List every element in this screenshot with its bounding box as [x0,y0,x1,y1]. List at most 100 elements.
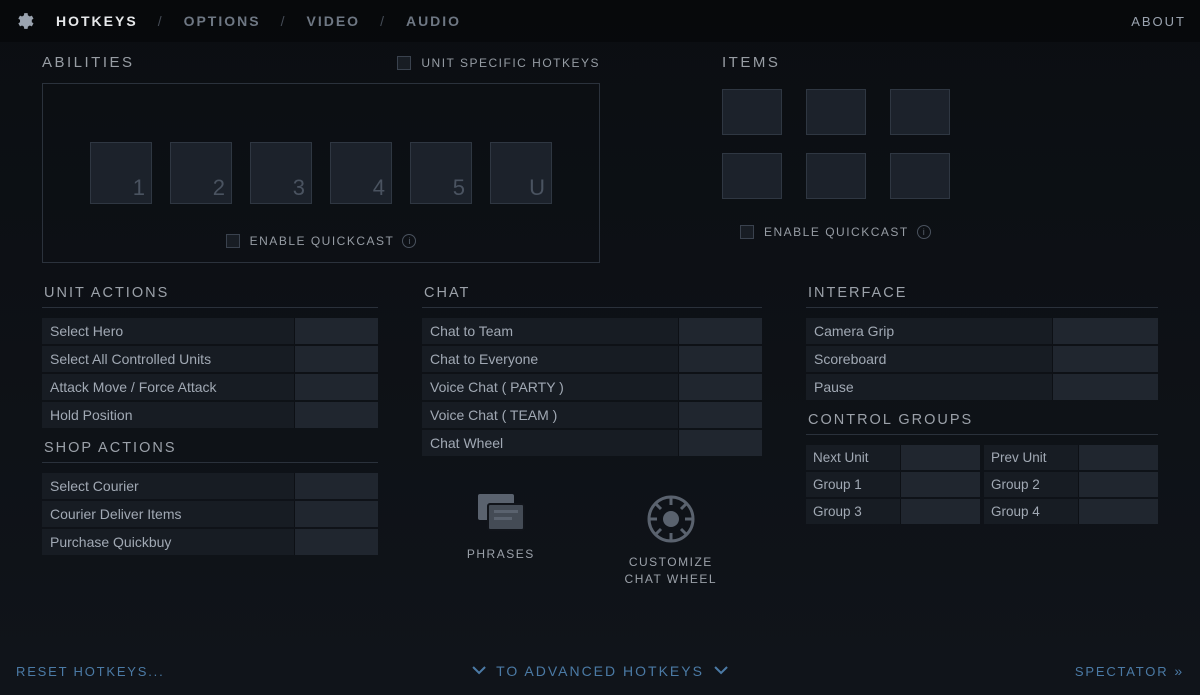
bind-camera-grip: Camera Grip [806,318,1158,344]
wheel-icon [644,492,698,546]
bind-select-all: Select All Controlled Units [42,346,378,372]
bind-purchase-quickbuy: Purchase Quickbuy [42,529,378,555]
key-slot[interactable] [294,346,378,372]
bind-pause: Pause [806,374,1158,400]
divider [422,307,762,308]
key-slot[interactable] [678,430,762,456]
chat-title: CHAT [424,285,762,301]
advanced-hotkeys-button[interactable]: TO ADVANCED HOTKEYS [472,663,728,679]
bind-chat-everyone: Chat to Everyone [422,346,762,372]
key-slot[interactable] [1052,374,1158,400]
key-slot[interactable] [678,374,762,400]
items-quickcast-label: ENABLE QUICKCAST [764,225,909,239]
key-slot[interactable] [678,318,762,344]
top-bar: HOTKEYS / OPTIONS / VIDEO / AUDIO ABOUT [0,0,1200,42]
bind-voice-team: Voice Chat ( TEAM ) [422,402,762,428]
control-groups-title: CONTROL GROUPS [808,412,1158,428]
cg-group-3: Group 3 [806,499,900,524]
item-slot-2[interactable] [806,89,866,135]
checkbox-box [397,56,411,70]
cg-prev-unit: Prev Unit [984,445,1078,470]
customize-chat-wheel-button[interactable]: CUSTOMIZE CHAT WHEEL [625,492,718,588]
cg-next-unit: Next Unit [806,445,900,470]
customize-label: CUSTOMIZE CHAT WHEEL [625,554,718,588]
ability-slot-5[interactable]: 5 [410,142,472,204]
item-slot-3[interactable] [890,89,950,135]
gear-icon[interactable] [14,11,34,31]
chat-bubble-icon [474,492,528,538]
item-slot-1[interactable] [722,89,782,135]
abilities-panel: 1 2 3 4 5 U ENABLE QUICKCAST i [42,83,600,263]
key-slot[interactable] [294,529,378,555]
interface-title: INTERFACE [808,285,1158,301]
info-icon[interactable]: i [402,234,416,248]
checkbox-box [740,225,754,239]
tab-separator: / [281,13,287,29]
chevron-down-icon [472,663,486,679]
ability-slot-ultimate[interactable]: U [490,142,552,204]
key-slot[interactable] [294,473,378,499]
key-slot[interactable] [900,499,980,524]
tab-separator: / [158,13,164,29]
bind-voice-party: Voice Chat ( PARTY ) [422,374,762,400]
key-slot[interactable] [1078,499,1158,524]
bind-hold-position: Hold Position [42,402,378,428]
key-slot[interactable] [678,346,762,372]
shop-actions-title: SHOP ACTIONS [44,440,378,456]
bind-scoreboard: Scoreboard [806,346,1158,372]
about-link[interactable]: ABOUT [1131,14,1186,29]
cg-group-2: Group 2 [984,472,1078,497]
ability-slot-1[interactable]: 1 [90,142,152,204]
tab-separator: / [380,13,386,29]
item-slot-4[interactable] [722,153,782,199]
unit-specific-hotkeys-checkbox[interactable]: UNIT SPECIFIC HOTKEYS [397,56,600,70]
ability-slot-4[interactable]: 4 [330,142,392,204]
bind-select-courier: Select Courier [42,473,378,499]
ability-slot-3[interactable]: 3 [250,142,312,204]
tab-audio[interactable]: AUDIO [402,13,465,29]
key-slot[interactable] [1078,472,1158,497]
divider [42,462,378,463]
item-slot-6[interactable] [890,153,950,199]
chevron-down-icon [714,663,728,679]
checkbox-box [226,234,240,248]
ability-slot-2[interactable]: 2 [170,142,232,204]
items-quickcast-checkbox[interactable]: ENABLE QUICKCAST i [740,225,950,239]
key-slot[interactable] [1078,445,1158,470]
info-icon[interactable]: i [917,225,931,239]
abilities-title: ABILITIES [42,54,135,71]
key-slot[interactable] [1052,346,1158,372]
key-slot[interactable] [900,472,980,497]
bind-courier-deliver: Courier Deliver Items [42,501,378,527]
bind-chat-team: Chat to Team [422,318,762,344]
bottom-bar: RESET HOTKEYS... TO ADVANCED HOTKEYS SPE… [0,647,1200,695]
key-slot[interactable] [900,445,980,470]
key-slot[interactable] [1052,318,1158,344]
reset-hotkeys-button[interactable]: RESET HOTKEYS... [16,664,164,679]
key-slot[interactable] [294,501,378,527]
bind-chat-wheel: Chat Wheel [422,430,762,456]
cg-group-4: Group 4 [984,499,1078,524]
abilities-quickcast-label: ENABLE QUICKCAST [250,234,395,248]
double-chevron-right-icon: » [1174,663,1184,679]
key-slot[interactable] [294,374,378,400]
divider [806,307,1158,308]
bind-attack-move: Attack Move / Force Attack [42,374,378,400]
phrases-label: PHRASES [467,546,535,563]
item-slot-5[interactable] [806,153,866,199]
abilities-quickcast-checkbox[interactable]: ENABLE QUICKCAST i [226,234,417,248]
tab-options[interactable]: OPTIONS [180,13,265,29]
cg-group-1: Group 1 [806,472,900,497]
unit-specific-label: UNIT SPECIFIC HOTKEYS [421,56,600,70]
items-title: ITEMS [722,54,950,71]
unit-actions-title: UNIT ACTIONS [44,285,378,301]
divider [42,307,378,308]
key-slot[interactable] [678,402,762,428]
bind-select-hero: Select Hero [42,318,378,344]
tab-video[interactable]: VIDEO [302,13,364,29]
phrases-button[interactable]: PHRASES [467,492,535,588]
key-slot[interactable] [294,318,378,344]
key-slot[interactable] [294,402,378,428]
spectator-button[interactable]: SPECTATOR » [1075,663,1184,679]
tab-hotkeys[interactable]: HOTKEYS [52,13,142,29]
